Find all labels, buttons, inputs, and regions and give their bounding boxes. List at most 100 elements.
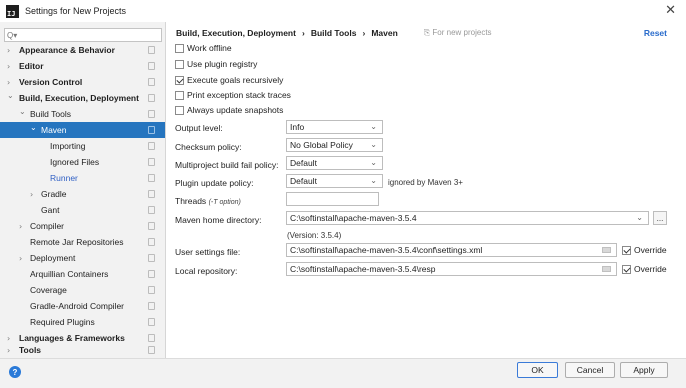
checkbox-box[interactable] [622, 264, 631, 274]
sidebar-item-gradle-android-compiler[interactable]: Gradle-Android Compiler [0, 298, 165, 314]
sidebar-item-maven[interactable]: ⌄ Maven [0, 122, 165, 138]
chevron-down-icon: ⌄ [370, 122, 377, 131]
page-icon [148, 318, 155, 326]
breadcrumb-separator: › [362, 28, 366, 38]
browse-maven-home-button[interactable]: ... [653, 211, 667, 225]
page-icon [148, 46, 155, 54]
chevron-right-icon[interactable]: › [7, 62, 10, 71]
chevron-down-icon[interactable]: ⌄ [30, 123, 37, 132]
cancel-button[interactable]: Cancel [565, 362, 615, 378]
sidebar-item-appearance-behavior[interactable]: › Appearance & Behavior [0, 42, 165, 58]
checkbox-box[interactable] [175, 105, 184, 115]
settings-sidebar: Q▾ › Appearance & Behavior › Editor › Ve… [0, 22, 166, 358]
execute-goals-recursively-checkbox[interactable]: Execute goals recursively [175, 74, 283, 86]
sidebar-item-runner[interactable]: Runner [0, 170, 165, 186]
chevron-down-icon: ⌄ [370, 158, 377, 167]
checkbox-box[interactable] [175, 75, 184, 85]
use-plugin-registry-checkbox[interactable]: Use plugin registry [175, 58, 257, 70]
maven-home-select[interactable]: C:\softinstall\apache-maven-3.5.4 ⌄ [286, 211, 649, 225]
close-icon[interactable]: ✕ [665, 3, 676, 18]
search-input[interactable]: Q▾ [4, 28, 162, 42]
breadcrumb-build-execution-deployment: Build, Execution, Deployment [176, 28, 296, 38]
sidebar-item-label: Editor [19, 61, 44, 71]
page-icon [148, 78, 155, 86]
chevron-down-icon[interactable]: ⌄ [19, 107, 26, 116]
sidebar-item-coverage[interactable]: Coverage [0, 282, 165, 298]
output-level-select[interactable]: Info ⌄ [286, 120, 383, 134]
sidebar-item-editor[interactable]: › Editor [0, 58, 165, 74]
sidebar-item-ignored-files[interactable]: Ignored Files [0, 154, 165, 170]
chevron-right-icon[interactable]: › [7, 46, 10, 55]
sidebar-item-build-execution-deployment[interactable]: ⌄ Build, Execution, Deployment [0, 90, 165, 106]
checkbox-label: Print exception stack traces [187, 90, 291, 100]
checkbox-label: Work offline [187, 43, 232, 53]
sidebar-item-version-control[interactable]: › Version Control [0, 74, 165, 90]
checkbox-box[interactable] [175, 43, 184, 53]
checkbox-label: Override [634, 245, 667, 255]
sidebar-item-label: Arquillian Containers [30, 269, 109, 279]
page-icon [148, 142, 155, 150]
chevron-down-icon[interactable]: ⌄ [7, 91, 14, 100]
for-new-projects-note: ⎘ For new projects [424, 28, 492, 38]
help-icon[interactable]: ? [9, 366, 21, 378]
sidebar-item-label: Maven [41, 125, 67, 135]
local-repository-input[interactable]: C:\softinstall\apache-maven-3.5.4\resp [286, 262, 617, 276]
folder-icon[interactable] [602, 247, 611, 253]
sidebar-item-compiler[interactable]: › Compiler [0, 218, 165, 234]
chevron-down-icon: ⌄ [370, 140, 377, 149]
fail-policy-label: Multiproject build fail policy: [175, 160, 279, 170]
always-update-snapshots-checkbox[interactable]: Always update snapshots [175, 104, 283, 116]
chevron-right-icon[interactable]: › [19, 222, 22, 231]
sidebar-item-importing[interactable]: Importing [0, 138, 165, 154]
sidebar-item-label: Coverage [30, 285, 67, 295]
plugin-update-policy-select[interactable]: Default ⌄ [286, 174, 383, 188]
checkbox-box[interactable] [175, 90, 184, 100]
sidebar-item-gradle[interactable]: › Gradle [0, 186, 165, 202]
breadcrumb-separator: › [301, 28, 305, 38]
folder-icon[interactable] [602, 266, 611, 272]
sidebar-item-required-plugins[interactable]: Required Plugins [0, 314, 165, 330]
page-icon [148, 62, 155, 70]
checkbox-label: Always update snapshots [187, 105, 284, 115]
threads-input[interactable] [286, 192, 379, 206]
checkbox-box[interactable] [622, 245, 631, 255]
work-offline-checkbox[interactable]: Work offline [175, 42, 232, 54]
checksum-policy-label: Checksum policy: [175, 142, 242, 152]
sidebar-item-gant[interactable]: Gant [0, 202, 165, 218]
user-settings-override-checkbox[interactable]: Override [622, 244, 667, 256]
print-exception-stack-traces-checkbox[interactable]: Print exception stack traces [175, 89, 291, 101]
apply-button[interactable]: Apply [620, 362, 668, 378]
maven-home-label: Maven home directory: [175, 215, 262, 225]
sidebar-item-label: Runner [50, 173, 78, 183]
fail-policy-value: Default [290, 158, 317, 168]
chevron-right-icon[interactable]: › [7, 346, 10, 355]
window-title: Settings for New Projects [25, 6, 127, 16]
intellij-icon: IJ [6, 4, 19, 18]
chevron-right-icon[interactable]: › [7, 78, 10, 87]
copy-icon: ⎘ [423, 28, 431, 37]
plugin-update-policy-label: Plugin update policy: [175, 178, 254, 188]
page-icon [148, 346, 155, 354]
ok-button[interactable]: OK [517, 362, 558, 378]
checksum-policy-select[interactable]: No Global Policy ⌄ [286, 138, 383, 152]
fail-policy-select[interactable]: Default ⌄ [286, 156, 383, 170]
checkbox-box[interactable] [175, 59, 184, 69]
local-repository-override-checkbox[interactable]: Override [622, 263, 667, 275]
sidebar-item-build-tools[interactable]: ⌄ Build Tools [0, 106, 165, 122]
page-icon [148, 94, 155, 102]
sidebar-item-deployment[interactable]: › Deployment [0, 250, 165, 266]
page-icon [148, 286, 155, 294]
sidebar-item-label: Version Control [19, 77, 83, 87]
sidebar-item-arquillian-containers[interactable]: Arquillian Containers [0, 266, 165, 282]
sidebar-item-label: Appearance & Behavior [19, 45, 115, 55]
user-settings-input[interactable]: C:\softinstall\apache-maven-3.5.4\conf\s… [286, 243, 617, 257]
sidebar-item-remote-jar-repositories[interactable]: Remote Jar Repositories [0, 234, 165, 250]
chevron-right-icon[interactable]: › [30, 190, 33, 199]
reset-link[interactable]: Reset [644, 28, 667, 38]
sidebar-item-label: Remote Jar Repositories [30, 237, 124, 247]
breadcrumb-build-tools: Build Tools [310, 28, 357, 38]
local-repository-label: Local repository: [175, 266, 238, 276]
chevron-right-icon[interactable]: › [19, 254, 22, 263]
sidebar-item-tools[interactable]: › Tools [0, 342, 165, 358]
output-level-label: Output level: [175, 123, 223, 133]
